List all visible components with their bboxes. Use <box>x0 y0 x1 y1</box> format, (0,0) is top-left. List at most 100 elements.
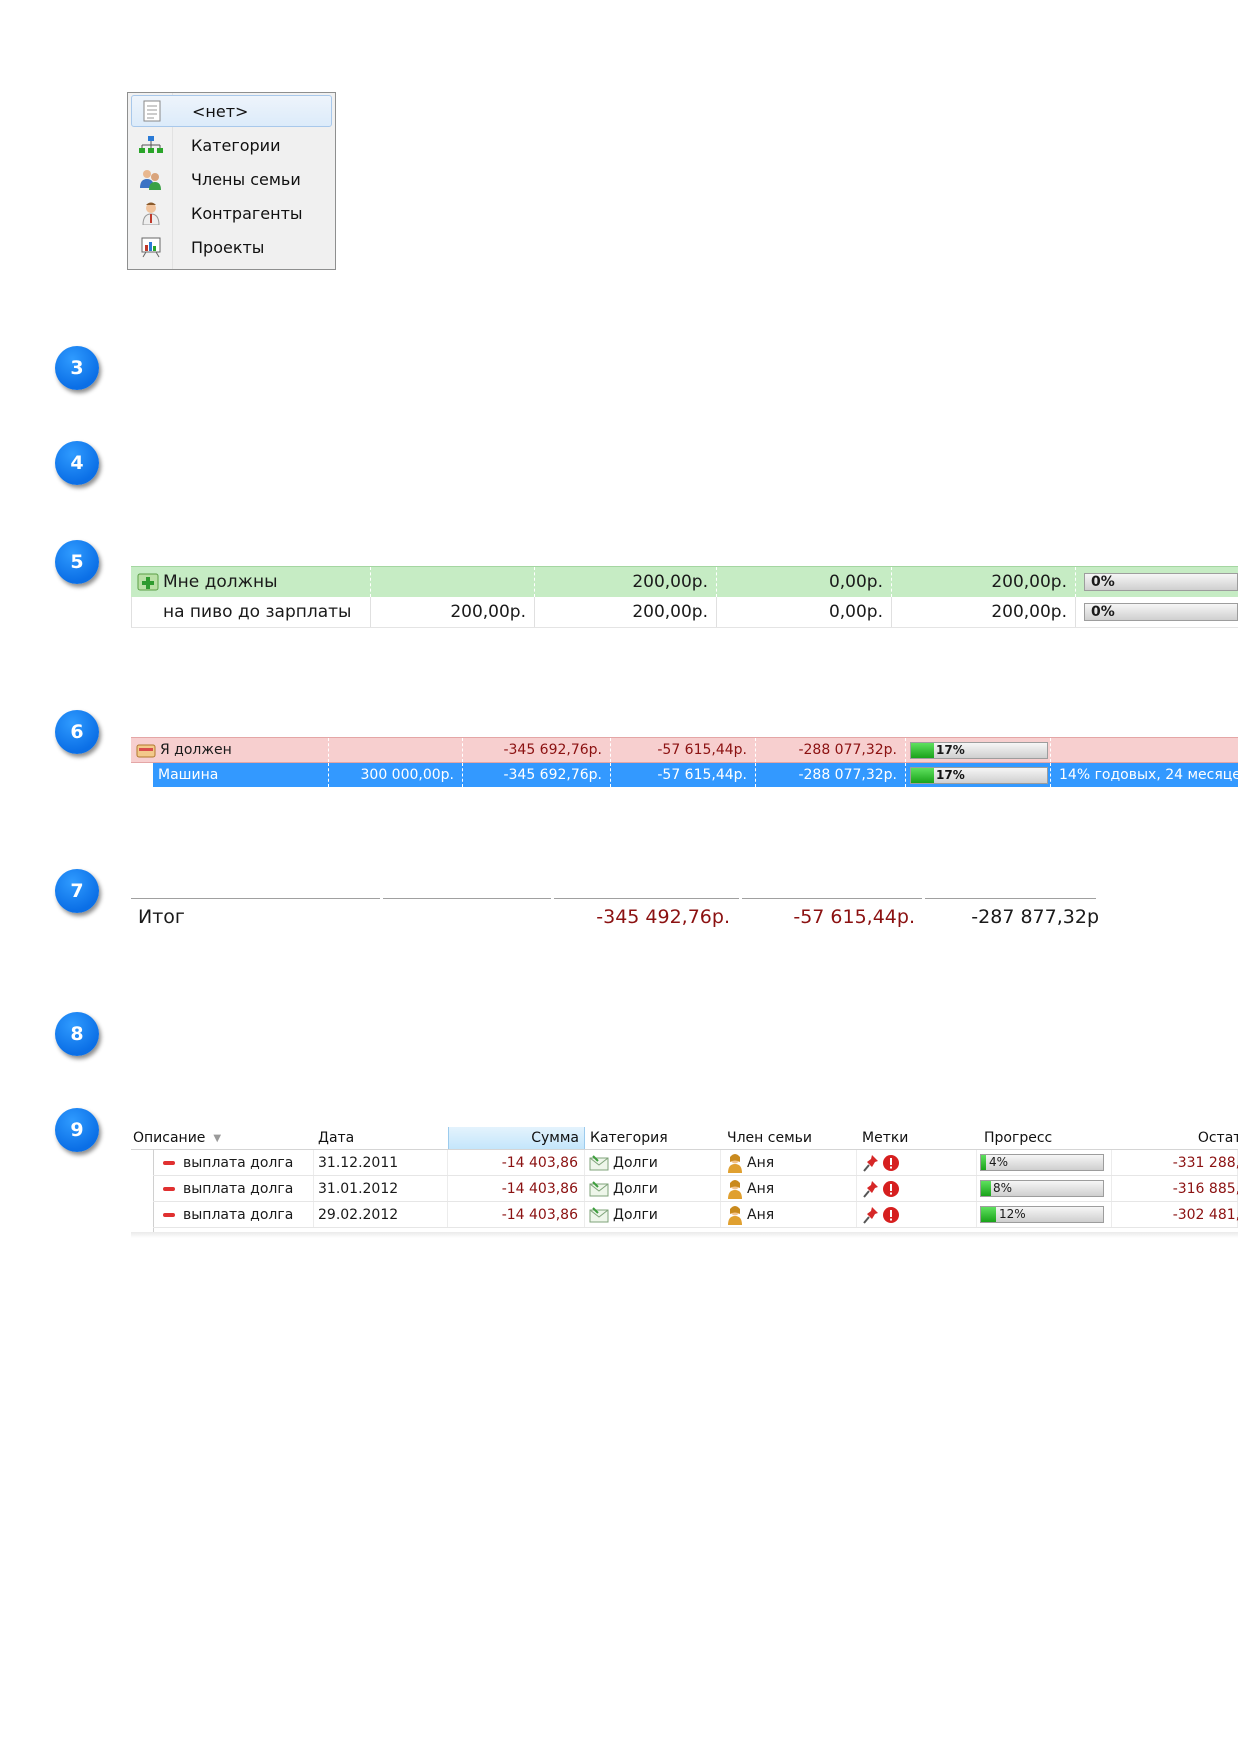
progress-bar: 0% <box>1084 573 1238 591</box>
group-label: Мне должны <box>163 572 278 592</box>
progress-bar: 8% <box>980 1180 1104 1197</box>
category-text: Долги <box>613 1206 658 1223</box>
envelope-icon <box>589 1206 609 1223</box>
category-text: Долги <box>613 1180 658 1197</box>
group-label: Я должен <box>160 742 232 758</box>
project-chart-icon <box>131 236 171 258</box>
group-header-i-owe[interactable]: Я должен -345 692,76р. -57 615,44р. -288… <box>131 737 1238 763</box>
remaining-cell: -288 077,32р. <box>756 738 906 762</box>
table-row[interactable]: выплата долга 29.02.2012 -14 403,86 Долг… <box>153 1202 1238 1228</box>
amount-cell: 200,00р. <box>535 597 717 627</box>
description-cell: на пиво до зарплаты <box>131 597 371 627</box>
menu-item-label: Проекты <box>191 237 265 257</box>
balance-cell: -331 288,9 <box>1112 1150 1238 1175</box>
step-badge: 6 <box>55 710 99 754</box>
column-header-member[interactable]: Член семьи <box>721 1127 857 1149</box>
person-icon <box>727 1179 743 1199</box>
step-badge: 8 <box>55 1012 99 1056</box>
progress-fill <box>981 1207 996 1222</box>
menu-item-label: Члены семьи <box>191 169 301 189</box>
progress-label: 17% <box>936 767 965 782</box>
paid-cell: -57 615,44р. <box>611 738 756 762</box>
description-cell: выплата долга <box>153 1176 314 1201</box>
step-badge: 9 <box>55 1108 99 1152</box>
column-label: Остато <box>1197 1130 1238 1146</box>
progress-label: 0% <box>1091 604 1115 620</box>
progress-fill <box>981 1155 986 1170</box>
progress-fill <box>911 767 935 783</box>
description-cell: выплата долга <box>153 1150 314 1175</box>
expense-minus-icon <box>163 1186 175 1191</box>
member-cell: Аня <box>721 1202 857 1227</box>
progress-label: 0% <box>1091 574 1115 590</box>
balance-text: -331 288,9 <box>1172 1154 1238 1171</box>
menu-item-projects[interactable]: Проекты <box>131 231 332 263</box>
debt-row-car[interactable]: Машина 300 000,00р. -345 692,76р. -57 61… <box>153 763 1238 787</box>
paid-cell: 0,00р. <box>717 597 892 627</box>
plus-cross-icon <box>137 572 159 592</box>
progress-bar: 0% <box>1084 603 1238 621</box>
paid-cell: -57 615,44р. <box>611 763 756 787</box>
progress-bar: 17% <box>910 766 1048 784</box>
pin-icon <box>863 1180 879 1198</box>
description-text: выплата долга <box>183 1206 294 1223</box>
tags-cell <box>857 1150 977 1175</box>
amount-cell: -14 403,86 <box>448 1202 585 1227</box>
category-cell: Долги <box>585 1202 721 1227</box>
person-icon <box>727 1153 743 1173</box>
description-cell: выплата долга <box>153 1202 314 1227</box>
amount-cell: -14 403,86 <box>448 1176 585 1201</box>
date-cell: 29.02.2012 <box>314 1202 448 1227</box>
page: <нет> Категории Члены семьи Контрагенты <box>0 0 1238 1754</box>
tags-cell <box>857 1202 977 1227</box>
table-row[interactable]: выплата долга 31.12.2011 -14 403,86 Долг… <box>153 1150 1238 1176</box>
amount-cell: -345 692,76р. <box>463 763 611 787</box>
menu-item-family-members[interactable]: Члены семьи <box>131 163 332 195</box>
date-cell: 31.01.2012 <box>314 1176 448 1201</box>
group-label-cell: Мне должны <box>131 567 371 597</box>
progress-label: 12% <box>999 1207 1026 1221</box>
menu-item-label: Контрагенты <box>191 203 303 223</box>
progress-cell: 0% <box>1076 567 1238 597</box>
column-header-tags[interactable]: Метки <box>857 1127 977 1149</box>
family-icon <box>131 168 171 190</box>
progress-cell: 17% <box>906 738 1051 762</box>
column-header-description[interactable]: Описание ▼ <box>131 1127 314 1149</box>
contractor-icon <box>131 201 171 225</box>
column-header-progress[interactable]: Прогресс <box>977 1127 1112 1149</box>
description-cell: Машина <box>153 763 329 787</box>
table-header: Описание ▼ Дата Сумма Категория Член сем… <box>131 1127 1238 1150</box>
amount-cell: 200,00р. <box>535 567 717 597</box>
envelope-icon <box>589 1154 609 1171</box>
date-cell: 31.12.2011 <box>314 1150 448 1175</box>
note-cell <box>1051 738 1238 762</box>
step-badge: 4 <box>55 441 99 485</box>
cut-off-row-fade <box>131 1232 1238 1238</box>
menu-item-none[interactable]: <нет> <box>131 95 332 127</box>
column-header-amount[interactable]: Сумма <box>448 1127 585 1149</box>
totals-remaining: -287 877,32р <box>971 906 1099 928</box>
progress-fill <box>981 1181 991 1196</box>
table-row[interactable]: выплата долга 31.01.2012 -14 403,86 Долг… <box>153 1176 1238 1202</box>
progress-cell: 8% <box>977 1176 1112 1201</box>
amount-cell: -14 403,86 <box>448 1150 585 1175</box>
progress-bar: 12% <box>980 1206 1104 1223</box>
category-cell: Долги <box>585 1150 721 1175</box>
column-header-balance[interactable]: Остато <box>1112 1127 1238 1149</box>
column-header-date[interactable]: Дата <box>314 1127 448 1149</box>
menu-item-label: <нет> <box>192 101 249 121</box>
category-text: Долги <box>613 1154 658 1171</box>
alert-icon <box>882 1154 900 1172</box>
group-header-owed-to-me[interactable]: Мне должны 200,00р. 0,00р. 200,00р. 0% <box>131 566 1238 598</box>
remaining-cell: -288 077,32р. <box>756 763 906 787</box>
progress-label: 17% <box>936 742 965 757</box>
menu-item-contractors[interactable]: Контрагенты <box>131 197 332 229</box>
progress-bar: 4% <box>980 1154 1104 1171</box>
envelope-icon <box>589 1180 609 1197</box>
menu-item-categories[interactable]: Категории <box>131 129 332 161</box>
step-badge: 5 <box>55 540 99 584</box>
progress-cell: 17% <box>906 763 1051 787</box>
member-text: Аня <box>747 1180 775 1197</box>
column-header-category[interactable]: Категория <box>585 1127 721 1149</box>
debt-row-owed-to-me[interactable]: на пиво до зарплаты 200,00р. 200,00р. 0,… <box>131 597 1238 628</box>
